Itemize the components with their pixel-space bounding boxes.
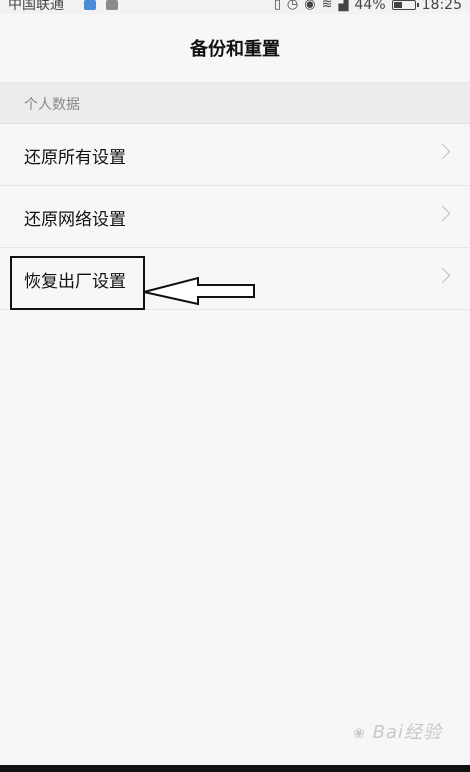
list-item-label: 还原所有设置 xyxy=(24,148,126,168)
chevron-right-icon xyxy=(434,267,451,284)
battery-fill xyxy=(393,2,402,8)
list-item-label: 还原网络设置 xyxy=(24,210,126,230)
title-bar: 备份和重置 xyxy=(0,14,470,83)
notification-app-icon xyxy=(84,0,96,10)
paw-icon: ❀ xyxy=(353,726,366,742)
bottom-bar xyxy=(0,765,470,772)
list-item-label: 恢复出厂设置 xyxy=(24,272,126,292)
eye-icon: ◉ xyxy=(304,0,316,12)
factory-reset-item[interactable]: 恢复出厂设置 xyxy=(0,248,470,310)
clock: 18:25 xyxy=(421,0,462,13)
notification-image-icon xyxy=(106,0,118,10)
battery-icon xyxy=(391,0,419,10)
chevron-right-icon xyxy=(434,205,451,222)
status-icons: ▯ ◷ ◉ ≋ ▟ 44% 18:25 xyxy=(274,0,462,14)
section-title: 个人数据 xyxy=(24,97,80,113)
signal-icon: ▟ xyxy=(338,0,349,12)
battery-percent: 44% xyxy=(354,0,386,13)
wifi-icon: ≋ xyxy=(321,0,333,12)
reset-all-settings-item[interactable]: 还原所有设置 xyxy=(0,124,470,186)
section-header: 个人数据 xyxy=(0,83,470,124)
status-bar: 中国联通 ▯ ◷ ◉ ≋ ▟ 44% 18:25 xyxy=(0,0,470,14)
vibrate-icon: ▯ xyxy=(273,0,281,12)
watermark-text: Bai经验 xyxy=(372,722,442,743)
alarm-icon: ◷ xyxy=(286,0,299,12)
chevron-right-icon xyxy=(434,143,451,160)
watermark: ❀ Bai经验 xyxy=(353,718,442,744)
page-title: 备份和重置 xyxy=(190,39,280,60)
carrier-name: 中国联通 xyxy=(8,0,64,13)
reset-network-settings-item[interactable]: 还原网络设置 xyxy=(0,186,470,248)
